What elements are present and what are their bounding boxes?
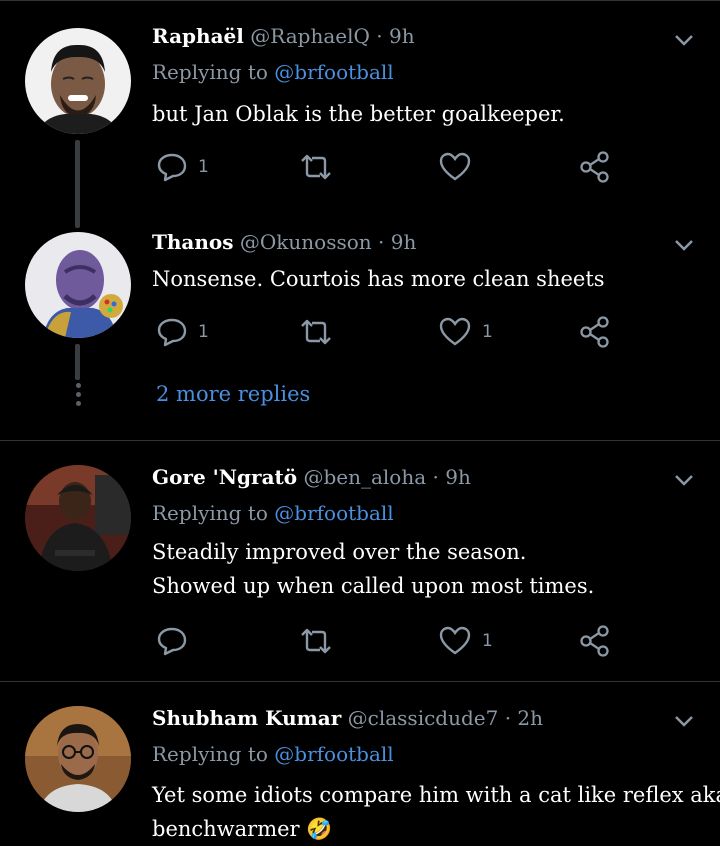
replying-to: Replying to @brfootball	[152, 501, 394, 525]
display-name[interactable]: Thanos	[152, 230, 234, 254]
retweet-icon	[301, 154, 331, 180]
reply-button[interactable]: 1	[156, 147, 209, 187]
share-icon	[580, 316, 609, 348]
tweet-text: but Jan Oblak is the better goalkeeper.	[152, 97, 565, 131]
tweet-text-line: benchwarmer	[152, 817, 300, 841]
display-name[interactable]: Gore 'Ngratö	[152, 465, 297, 489]
retweet-icon	[301, 628, 331, 654]
heart-icon	[439, 317, 471, 346]
share-button[interactable]	[578, 312, 612, 352]
avatar[interactable]	[25, 28, 131, 134]
tweet-actions: 1 1	[152, 312, 622, 352]
tweet-raphael[interactable]: Raphaël @RaphaelQ · 9h Replying to @brfo…	[0, 0, 720, 228]
reply-count: 1	[198, 157, 209, 177]
replying-to-label: Replying to	[152, 742, 268, 766]
reply-icon	[157, 153, 187, 182]
share-icon	[580, 151, 609, 183]
timestamp[interactable]: · 9h	[433, 465, 471, 489]
thread-line	[75, 140, 80, 228]
replying-to-link[interactable]: @brfootball	[274, 60, 393, 84]
chevron-down-icon[interactable]	[672, 468, 696, 492]
chevron-down-icon[interactable]	[672, 709, 696, 733]
replying-to: Replying to @brfootball	[152, 60, 394, 84]
tweet-text: Steadily improved over the season. Showe…	[152, 535, 594, 603]
like-button[interactable]	[438, 147, 472, 187]
handle[interactable]: @RaphaelQ	[250, 24, 370, 48]
timestamp[interactable]: · 9h	[376, 24, 414, 48]
like-button[interactable]: 1	[438, 312, 493, 352]
retweet-button[interactable]	[298, 312, 334, 352]
retweet-button[interactable]	[298, 147, 334, 187]
like-button[interactable]: 1	[438, 621, 493, 661]
handle[interactable]: @ben_aloha	[303, 465, 426, 489]
reply-icon	[157, 627, 187, 656]
tweet-text: Nonsense. Courtois has more clean sheets	[152, 262, 605, 296]
timestamp[interactable]: · 2h	[505, 706, 543, 730]
more-replies-dots	[74, 383, 82, 410]
handle[interactable]: @classicdude7	[348, 706, 499, 730]
tweet-gore[interactable]: Gore 'Ngratö @ben_aloha · 9h Replying to…	[0, 441, 720, 681]
tweet-text-line: Showed up when called upon most times.	[152, 574, 595, 598]
avatar[interactable]	[25, 706, 131, 812]
replying-to-label: Replying to	[152, 60, 268, 84]
like-count: 1	[482, 322, 493, 342]
tweet-actions: 1	[152, 147, 622, 187]
reply-icon	[157, 318, 187, 347]
handle[interactable]: @Okunosson	[240, 230, 372, 254]
share-icon	[580, 625, 609, 657]
chevron-down-icon[interactable]	[672, 28, 696, 52]
retweet-button[interactable]	[298, 621, 334, 661]
avatar[interactable]	[25, 465, 131, 571]
like-count: 1	[482, 631, 493, 651]
tweet-header: Shubham Kumar @classicdude7 · 2h	[152, 706, 543, 730]
tweet-header: Raphaël @RaphaelQ · 9h	[152, 24, 415, 48]
tweet-header: Thanos @Okunosson · 9h	[152, 230, 416, 254]
tweet-shubham[interactable]: Shubham Kumar @classicdude7 · 2h Replyin…	[0, 682, 720, 844]
thread-line	[75, 344, 80, 380]
tweet-text-line-2: benchwarmer 🤣	[152, 812, 720, 846]
heart-icon	[439, 626, 471, 655]
chevron-down-icon[interactable]	[672, 233, 696, 257]
reply-button[interactable]: 1	[156, 312, 209, 352]
heart-icon	[439, 152, 471, 181]
share-button[interactable]	[578, 621, 612, 661]
display-name[interactable]: Raphaël	[152, 24, 244, 48]
more-replies-link[interactable]: 2 more replies	[156, 382, 310, 406]
tweet-text-line: Yet some idiots compare him with a cat l…	[152, 783, 720, 807]
tweet-text-line: Nonsense. Courtois has more clean sheets	[152, 267, 605, 291]
tweet-text-line: but Jan Oblak is the better goalkeeper.	[152, 102, 565, 126]
display-name[interactable]: Shubham Kumar	[152, 706, 341, 730]
tweet-thanos[interactable]: Thanos @Okunosson · 9h Nonsense. Courtoi…	[0, 220, 720, 440]
replying-to-label: Replying to	[152, 501, 268, 525]
replying-to-link[interactable]: @brfootball	[274, 742, 393, 766]
timestamp[interactable]: · 9h	[378, 230, 416, 254]
retweet-icon	[301, 319, 331, 345]
tweet-actions: 1	[152, 621, 622, 661]
reply-count: 1	[198, 322, 209, 342]
tweet-text: Yet some idiots compare him with a cat l…	[152, 778, 720, 846]
rofl-emoji: 🤣	[306, 817, 333, 841]
reply-button[interactable]	[156, 621, 188, 661]
share-button[interactable]	[578, 147, 612, 187]
avatar[interactable]	[25, 232, 131, 338]
tweet-header: Gore 'Ngratö @ben_aloha · 9h	[152, 465, 471, 489]
replying-to: Replying to @brfootball	[152, 742, 394, 766]
replying-to-link[interactable]: @brfootball	[274, 501, 393, 525]
tweet-text-line: Steadily improved over the season.	[152, 540, 527, 564]
